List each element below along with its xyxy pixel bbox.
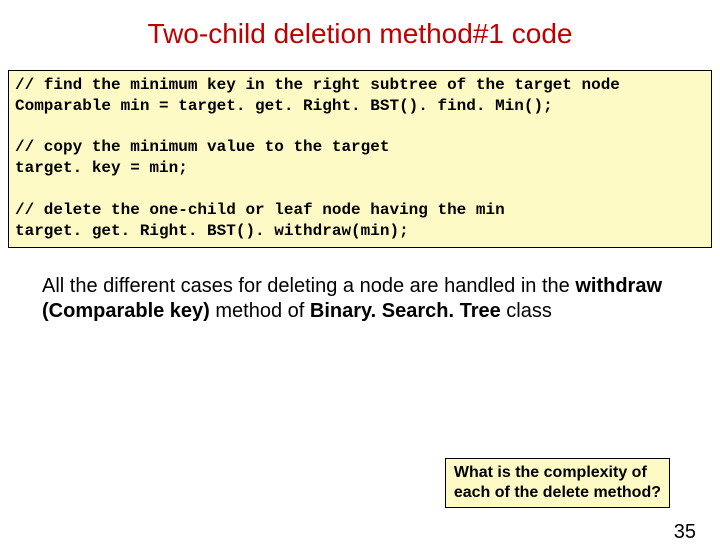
callout-line2: each of the delete method?	[454, 483, 661, 503]
callout-line1: What is the complexity of	[454, 463, 661, 483]
body-pre: All the different cases for deleting a n…	[42, 275, 575, 297]
slide: Two-child deletion method#1 code // find…	[0, 18, 720, 558]
page-number: 35	[674, 521, 696, 544]
callout-box: What is the complexity of each of the de…	[445, 458, 670, 508]
body-post: class	[501, 300, 552, 322]
slide-title: Two-child deletion method#1 code	[0, 18, 720, 50]
body-text: All the different cases for deleting a n…	[42, 274, 678, 324]
body-mid: method of	[210, 300, 310, 322]
code-block: // find the minimum key in the right sub…	[8, 70, 712, 248]
body-bold2: Binary. Search. Tree	[310, 300, 501, 322]
